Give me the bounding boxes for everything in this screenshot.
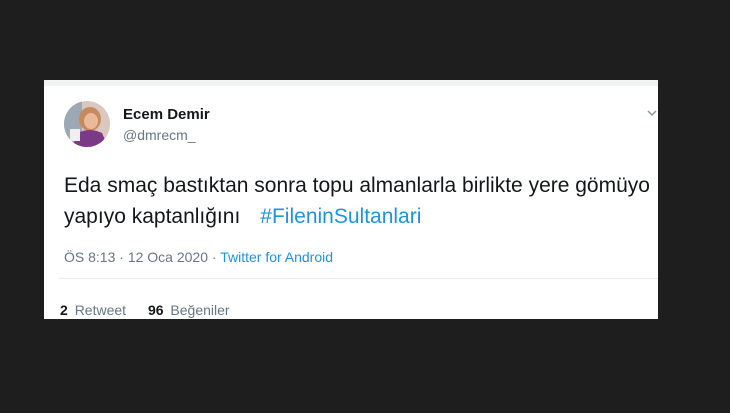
chevron-down-icon[interactable] [646, 106, 658, 118]
tweet-card: Ecem Demir @dmrecm_ Eda smaç bastıktan s… [44, 80, 658, 319]
likes-count: 96 [147, 302, 164, 318]
tweet-time[interactable]: ÖS 8:13 [64, 249, 115, 265]
author-handle[interactable]: @dmrecm_ [123, 127, 196, 143]
divider [58, 278, 658, 279]
likes-stat[interactable]: 96 Beğeniler [148, 302, 230, 318]
tweet-stats: 2 Retweet 96 Beğeniler [60, 302, 248, 318]
retweet-count: 2 [60, 302, 68, 318]
separator: · [119, 249, 128, 265]
hashtag-link[interactable]: #FileninSultanlari [260, 205, 421, 228]
tweet-date[interactable]: 12 Oca 2020 [128, 249, 208, 265]
retweet-label: Retweet [74, 302, 127, 318]
tweet-source-link[interactable]: Twitter for Android [220, 249, 333, 265]
avatar[interactable] [64, 101, 110, 147]
separator: · [211, 249, 221, 265]
author-display-name[interactable]: Ecem Demir [123, 106, 210, 123]
retweet-stat[interactable]: 2 Retweet [60, 302, 130, 318]
tweet-text: Eda smaç bastıktan sonra topu almanlarla… [64, 170, 654, 232]
likes-label: Beğeniler [170, 302, 230, 318]
tweet-meta: ÖS 8:13 · 12 Oca 2020 · Twitter for Andr… [64, 249, 333, 265]
